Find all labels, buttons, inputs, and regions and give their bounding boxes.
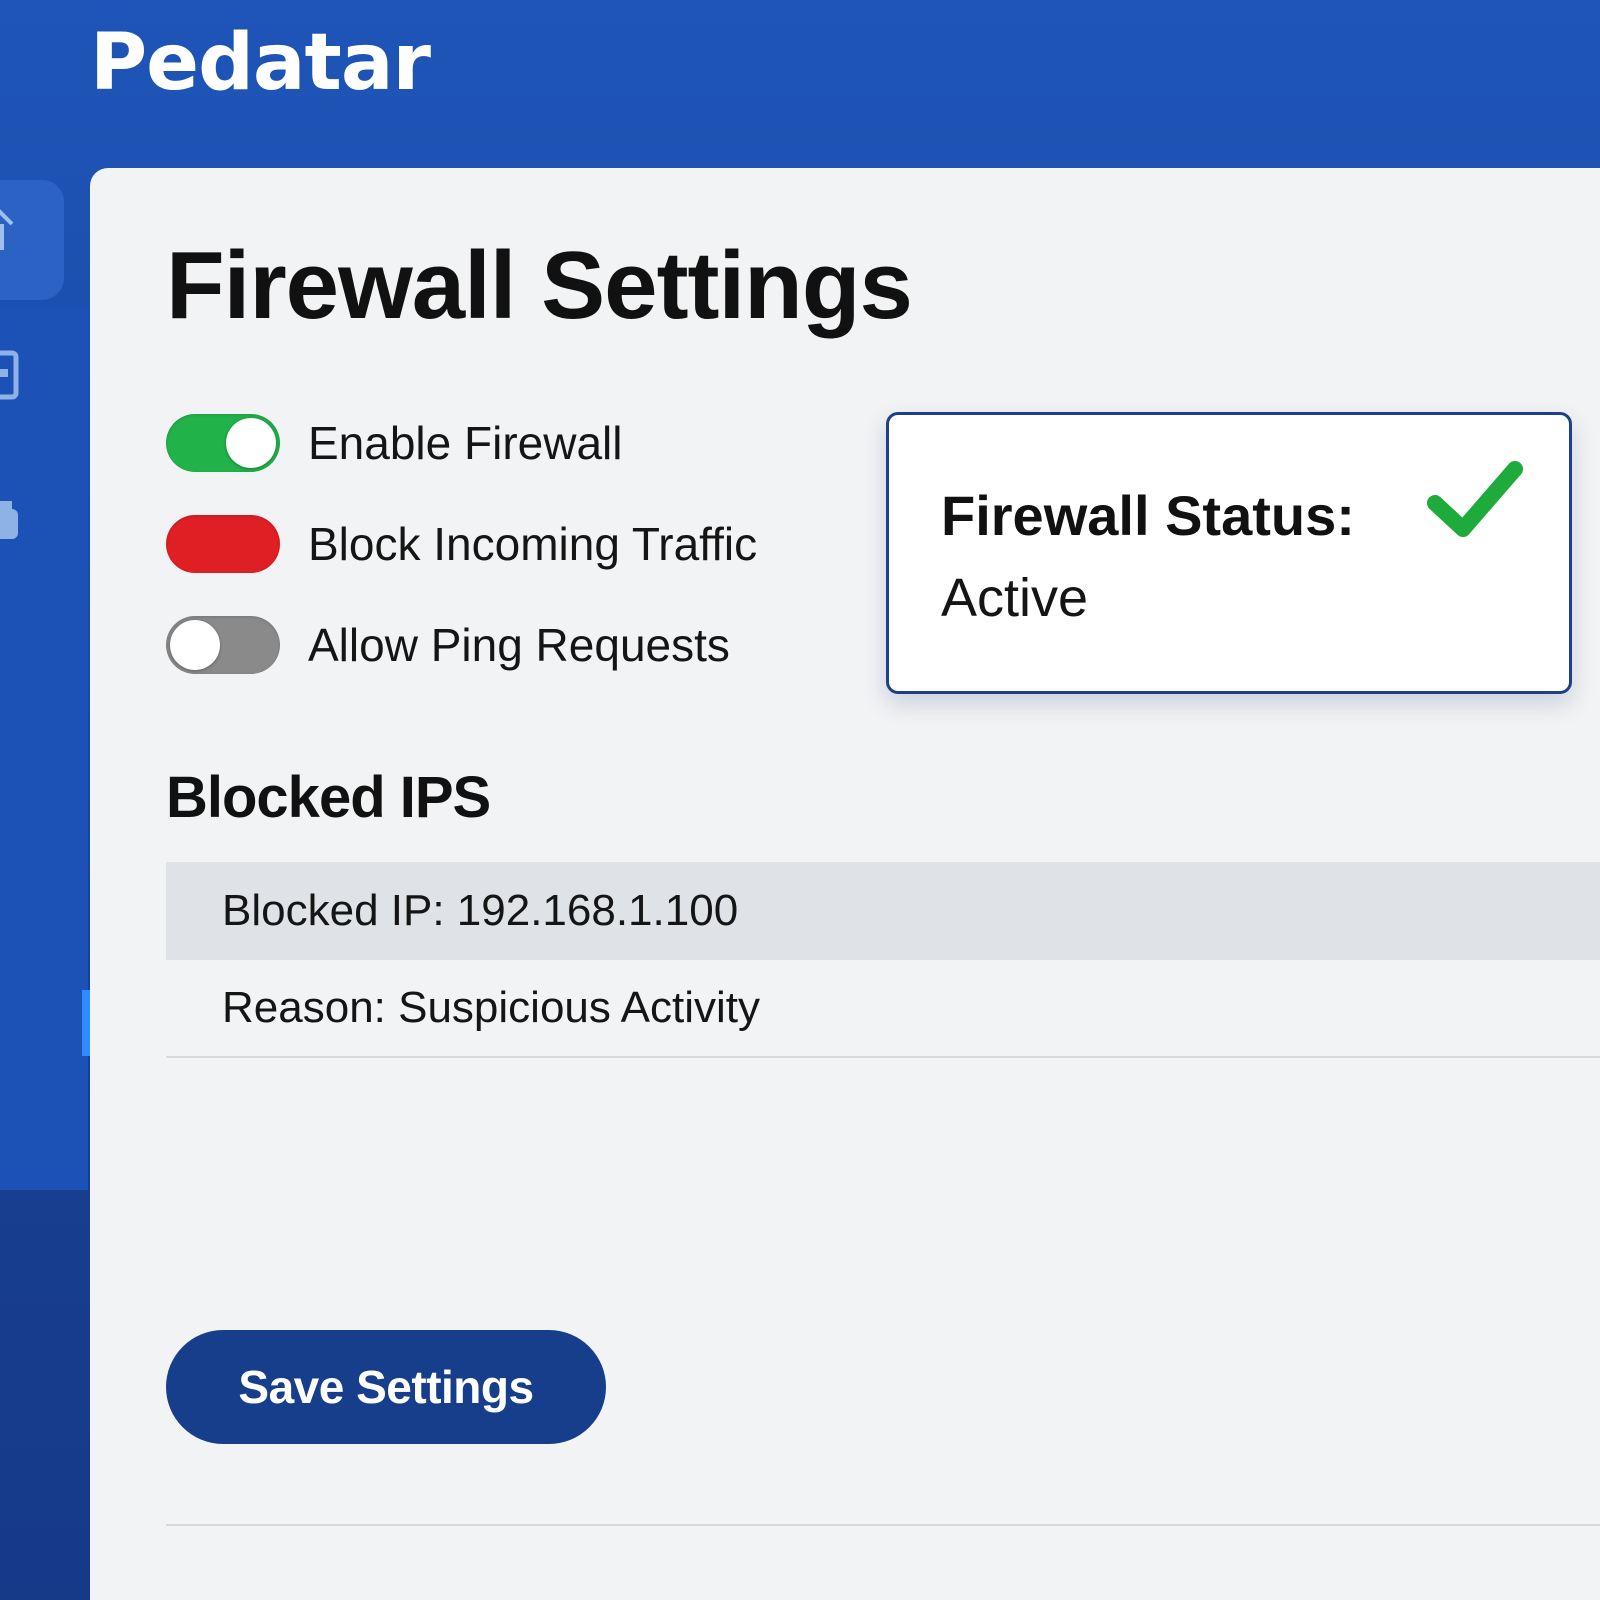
printer-icon[interactable] bbox=[0, 495, 24, 551]
toggle-knob bbox=[170, 620, 220, 670]
toggle-label: Allow Ping Requests bbox=[308, 619, 730, 671]
check-icon bbox=[1425, 459, 1525, 543]
document-icon[interactable] bbox=[0, 347, 24, 403]
home-icon bbox=[0, 202, 14, 258]
status-title: Firewall Status: bbox=[941, 484, 1355, 547]
toggle-row-allow-ping: Allow Ping Requests bbox=[166, 614, 730, 676]
divider bbox=[166, 1524, 1600, 1526]
page-title: Firewall Settings bbox=[166, 232, 913, 339]
firewall-status-card: Firewall Status: Active bbox=[886, 412, 1572, 694]
list-item[interactable]: Blocked IP: 192.168.1.100 bbox=[166, 862, 1600, 960]
save-settings-button[interactable]: Save Settings bbox=[166, 1330, 606, 1444]
app-window: Pedatar Firewall Settings Enable Firewal… bbox=[0, 0, 1600, 1600]
toggle-label: Block Incoming Traffic bbox=[308, 518, 758, 570]
enable-firewall-toggle[interactable] bbox=[166, 414, 280, 472]
list-item[interactable]: Reason: Suspicious Activity bbox=[166, 960, 1600, 1058]
sidebar bbox=[0, 180, 90, 1600]
allow-ping-requests-toggle[interactable] bbox=[166, 616, 280, 674]
block-incoming-traffic-toggle[interactable] bbox=[166, 515, 280, 573]
toggle-knob bbox=[226, 418, 276, 468]
blocked-ip-list: Blocked IP: 192.168.1.100 Reason: Suspic… bbox=[166, 862, 1600, 1058]
toggle-row-block-incoming: Block Incoming Traffic bbox=[166, 513, 757, 575]
sidebar-item-home[interactable] bbox=[0, 180, 64, 300]
sidebar-panel bbox=[0, 305, 88, 1190]
main-panel: Firewall Settings Enable Firewall Block … bbox=[90, 168, 1600, 1600]
status-value: Active bbox=[941, 568, 1089, 628]
toggle-label: Enable Firewall bbox=[308, 417, 623, 469]
blocked-ips-heading: Blocked IPS bbox=[166, 765, 491, 830]
toggle-row-enable-firewall: Enable Firewall bbox=[166, 412, 622, 474]
brand-logo[interactable]: Pedatar bbox=[90, 18, 431, 108]
sidebar-active-marker bbox=[82, 990, 90, 1056]
